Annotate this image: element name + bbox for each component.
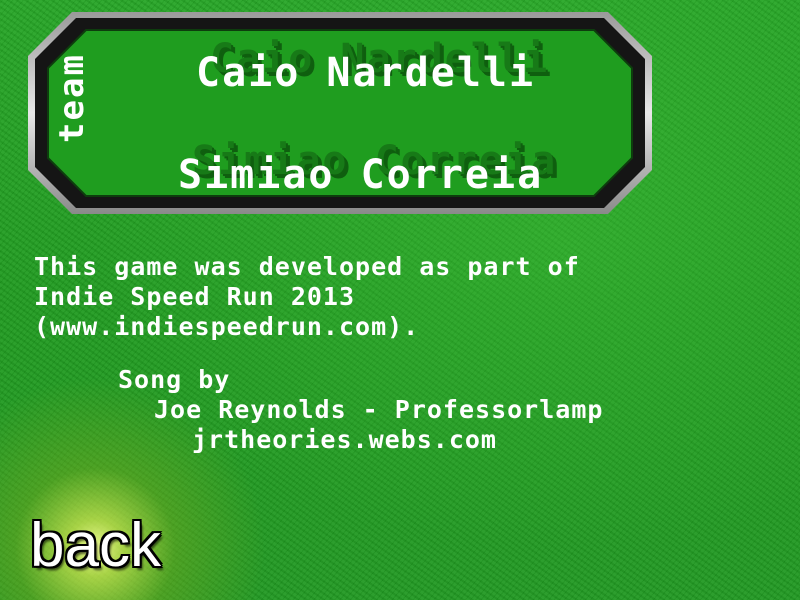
team-member-2: Simiao Correia Simiao Correia [178, 138, 555, 198]
credits-line-3: (www.indiespeedrun.com). [34, 312, 420, 341]
team-plate: team Caio Nardelli Caio Nardelli Simiao … [24, 8, 656, 218]
back-button[interactable]: back [30, 506, 161, 586]
song-artist: Joe Reynolds - Professorlamp [154, 395, 604, 424]
team-member-1-name: Caio Nardelli [196, 50, 536, 96]
song-site-link: jrtheories.webs.com [192, 425, 497, 454]
song-label: Song by [118, 365, 231, 394]
credits-line-1: This game was developed as part of [34, 252, 580, 281]
team-member-2-name: Simiao Correia [178, 152, 544, 198]
team-label: team [52, 53, 92, 143]
credits-screen: team Caio Nardelli Caio Nardelli Simiao … [0, 0, 800, 600]
team-member-1: Caio Nardelli Caio Nardelli [196, 36, 547, 96]
credits-line-2: Indie Speed Run 2013 [34, 282, 356, 311]
